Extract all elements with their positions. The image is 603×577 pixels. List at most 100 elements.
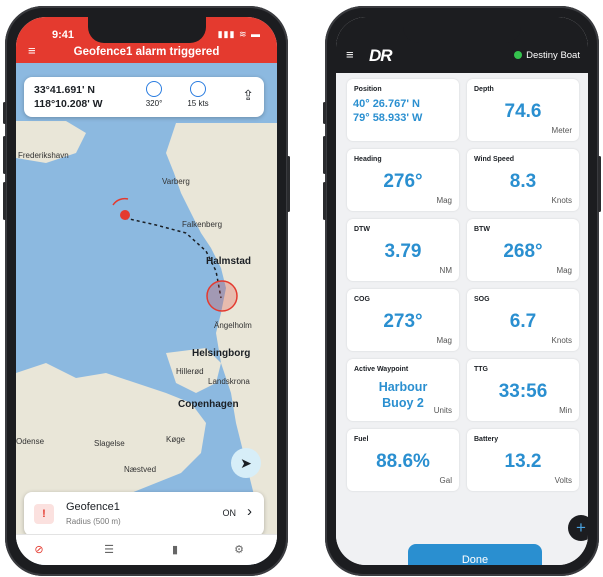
geofence-circle[interactable] <box>206 280 238 312</box>
card-label: BTW <box>474 226 490 233</box>
left-phone: 9:41 ▮▮▮ ≋ ▬ ≡ Geofence1 alarm triggered… <box>3 6 290 576</box>
card-ttg[interactable]: TTG 33:56 Min <box>467 359 579 421</box>
card-depth[interactable]: Depth 74.6 Meter <box>467 79 579 141</box>
card-value: 40° 26.767' N 79° 58.933' W <box>353 98 423 124</box>
mute-switch <box>323 102 326 124</box>
card-unit: Min <box>559 406 572 415</box>
card-unit: Mag <box>436 336 452 345</box>
geofence-state: ON <box>222 508 237 518</box>
map-view[interactable]: Frederikshavn Varberg Falkenberg Halmsta… <box>16 63 277 565</box>
volume-down-button <box>3 182 6 220</box>
card-position[interactable]: Position 40° 26.767' N 79° 58.933' W <box>347 79 459 141</box>
mute-switch <box>3 102 6 124</box>
card-heading[interactable]: Heading 276° Mag <box>347 149 459 211</box>
card-unit: Knots <box>551 336 572 345</box>
stats-tab-icon[interactable]: ▮ <box>166 541 184 559</box>
share-icon[interactable]: ⇪ <box>242 87 254 104</box>
settings-tab-icon[interactable]: ☰ <box>100 541 118 559</box>
card-fuel[interactable]: Fuel 88.6% Gal <box>347 429 459 491</box>
card-label: DTW <box>354 226 370 233</box>
menu-icon[interactable]: ≡ <box>346 47 354 62</box>
map-label: Næstved <box>124 465 157 474</box>
right-screen: ≡ DR Destiny Boat Position 40° 26.767' N… <box>336 17 588 565</box>
geofence-name: Geofence1 <box>66 501 120 513</box>
map-label: Odense <box>16 437 45 446</box>
map-label: Landskrona <box>208 377 250 386</box>
online-status-dot <box>514 51 523 59</box>
card-value: 8.3 <box>509 171 537 192</box>
map-canvas <box>16 121 277 565</box>
volume-up-button <box>3 136 6 174</box>
map-label: Hillerød <box>176 367 204 376</box>
card-label: SOG <box>474 296 490 303</box>
boat-position-marker[interactable] <box>120 210 130 220</box>
boat-selector[interactable]: Destiny Boat <box>514 50 580 61</box>
speed-metric: 15 kts <box>178 81 218 108</box>
dashboard-grid: Position 40° 26.767' N 79° 58.933' W Dep… <box>336 73 588 565</box>
add-widget-button[interactable]: + <box>568 515 588 541</box>
map-tab-icon[interactable]: ⊘ <box>30 541 48 559</box>
card-active-waypoint[interactable]: Active Waypoint Harbour Buoy 2 Units <box>347 359 459 421</box>
brand-logo: DR <box>369 46 393 65</box>
warning-icon: ! <box>34 504 54 524</box>
card-wind-speed[interactable]: Wind Speed 8.3 Knots <box>467 149 579 211</box>
card-label: TTG <box>474 366 488 373</box>
card-unit: NM <box>439 266 452 275</box>
boat-name: Destiny Boat <box>526 50 580 61</box>
volume-down-button <box>323 182 326 220</box>
tab-bar: ⊘ ☰ ▮ ⚙ <box>16 534 277 565</box>
card-unit: Volts <box>554 476 572 485</box>
map-label: Varberg <box>162 177 190 186</box>
longitude: 118°10.208' W <box>34 98 103 110</box>
card-sog[interactable]: SOG 6.7 Knots <box>467 289 579 351</box>
heading-metric: 320° <box>134 81 174 108</box>
card-label: Fuel <box>354 436 369 443</box>
map-label: Falkenberg <box>182 220 223 229</box>
card-label: COG <box>354 296 370 303</box>
navigation-arrow-icon[interactable]: ➤ <box>231 448 261 478</box>
coordinates: 33°41.691' N 118°10.208' W <box>34 83 103 111</box>
card-label: Position <box>354 86 382 93</box>
chevron-right-icon[interactable]: › <box>247 503 252 520</box>
alarm-title: Geofence1 alarm triggered <box>73 46 220 58</box>
card-value: 88.6% <box>376 451 430 472</box>
map-label: Helsingborg <box>192 348 251 359</box>
geofence-radius: Radius (500 m) <box>66 517 121 526</box>
heading-value: 320° <box>145 99 163 108</box>
card-label: Depth <box>474 86 494 93</box>
card-cog[interactable]: COG 273° Mag <box>347 289 459 351</box>
right-phone: ≡ DR Destiny Boat Position 40° 26.767' N… <box>323 6 601 576</box>
card-value: 33:56 <box>498 381 548 402</box>
notch <box>403 17 521 43</box>
volume-up-button <box>323 136 326 174</box>
card-value: 74.6 <box>504 101 542 122</box>
card-value: 13.2 <box>504 451 542 472</box>
latitude: 33°41.691' N <box>34 84 95 96</box>
card-value: 273° <box>383 311 423 332</box>
notch <box>87 17 206 43</box>
map-label: Slagelse <box>94 439 125 448</box>
card-value: 6.7 <box>509 311 537 332</box>
map-label: Copenhagen <box>178 399 239 410</box>
card-value: 268° <box>503 241 543 262</box>
card-label: Heading <box>354 156 382 163</box>
card-unit: Mag <box>556 266 572 275</box>
card-label: Wind Speed <box>474 156 514 163</box>
geofence-card[interactable]: ! Geofence1 Radius (500 m) ON › <box>24 492 264 536</box>
card-dtw[interactable]: DTW 3.79 NM <box>347 219 459 281</box>
status-time: 9:41 <box>52 29 75 41</box>
done-button[interactable]: Done <box>408 544 542 565</box>
card-unit: Mag <box>436 196 452 205</box>
map-label: Køge <box>166 435 186 444</box>
card-value: 276° <box>383 171 423 192</box>
card-btw[interactable]: BTW 268° Mag <box>467 219 579 281</box>
card-unit: Meter <box>551 126 572 135</box>
gear-tab-icon[interactable]: ⚙ <box>230 541 248 559</box>
map-label: Frederikshavn <box>18 151 69 160</box>
card-battery[interactable]: Battery 13.2 Volts <box>467 429 579 491</box>
power-button <box>598 156 601 212</box>
card-label: Active Waypoint <box>354 366 409 373</box>
speedometer-icon <box>190 81 206 97</box>
power-button <box>287 156 290 212</box>
speed-value: 15 kts <box>187 99 209 108</box>
